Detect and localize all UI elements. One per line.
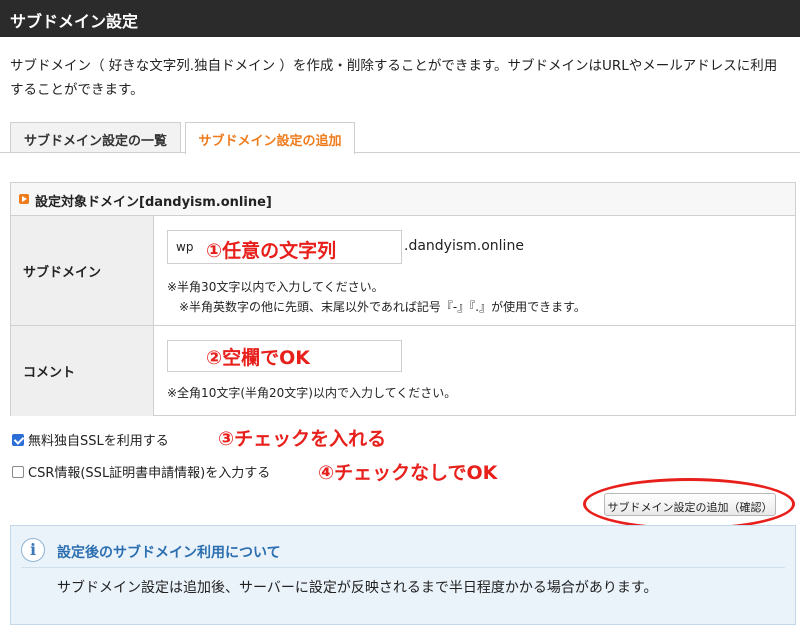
tab-subdomain-add[interactable]: サブドメイン設定の追加	[185, 122, 355, 154]
arrow-right-icon	[19, 194, 29, 204]
ssl-checkbox[interactable]	[12, 434, 24, 446]
subdomain-note-length: ※半角30文字以内で入力してください。	[167, 280, 384, 294]
csr-option[interactable]: CSR情報(SSL証明書申請情報)を入力する	[12, 462, 270, 481]
csr-checkbox[interactable]	[12, 466, 24, 478]
page-title: サブドメイン設定	[10, 12, 139, 31]
page-header: サブドメイン設定	[0, 0, 800, 37]
section-title-text: 設定対象ドメイン[dandyism.online]	[35, 195, 272, 210]
info-title: 設定後のサブドメイン利用について	[57, 545, 281, 561]
comment-label: コメント	[23, 365, 76, 381]
annotation-no-check-ok: ④チェックなしでOK	[318, 462, 498, 484]
ssl-option-label: 無料独自SSLを利用する	[28, 434, 169, 449]
domain-suffix: .dandyism.online	[404, 238, 524, 254]
comment-row: コメント ※全角10文字(半角20文字)以内で入力してください。	[11, 326, 795, 416]
tab-divider	[0, 152, 800, 153]
subdomain-form: サブドメイン wp .dandyism.online ※半角30文字以内で入力し…	[10, 216, 796, 416]
info-box: i 設定後のサブドメイン利用について サブドメイン設定は追加後、サーバーに設定が…	[10, 525, 796, 625]
annotation-check-ssl: ③チェックを入れる	[218, 428, 387, 450]
highlight-ellipse	[583, 478, 795, 530]
subdomain-row: サブドメイン wp .dandyism.online ※半角30文字以内で入力し…	[11, 216, 795, 326]
info-divider	[21, 567, 785, 568]
comment-label-cell: コメント	[11, 326, 154, 416]
comment-note: ※全角10文字(半角20文字)以内で入力してください。	[167, 386, 457, 400]
subdomain-note-symbols: ※半角英数字の他に先頭、末尾以外であれば記号『-』『.』が使用できます。	[179, 300, 586, 314]
csr-option-label: CSR情報(SSL証明書申請情報)を入力する	[28, 466, 271, 481]
tab-subdomain-list[interactable]: サブドメイン設定の一覧	[10, 122, 181, 153]
annotation-arbitrary-string: ①任意の文字列	[206, 240, 337, 262]
subdomain-label: サブドメイン	[23, 265, 102, 280]
subdomain-input-value: wp	[176, 240, 194, 254]
ssl-option[interactable]: 無料独自SSLを利用する	[12, 430, 169, 449]
page-description: サブドメイン（ 好きな文字列.独自ドメイン ）を作成・削除することができます。サ…	[10, 58, 778, 98]
section-title: 設定対象ドメイン[dandyism.online]	[10, 182, 796, 216]
subdomain-label-cell: サブドメイン	[11, 216, 154, 325]
annotation-blank-ok: ②空欄でOK	[206, 347, 310, 369]
info-icon: i	[21, 538, 45, 562]
info-text: サブドメイン設定は追加後、サーバーに設定が反映されるまで半日程度かかる場合があり…	[57, 580, 658, 596]
